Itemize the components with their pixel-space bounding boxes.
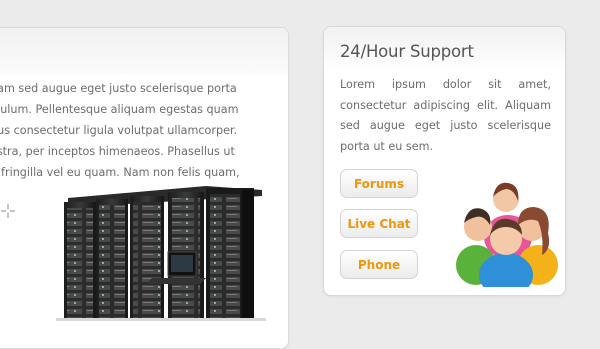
content-paragraph: uam sed augue eget justo scelerisque por… [0, 82, 240, 179]
forums-button[interactable]: Forums [340, 169, 418, 198]
support-card: 24/Hour Support Lorem ipsum dolor sit am… [323, 26, 566, 296]
card-header-shade [0, 28, 288, 74]
live-chat-button[interactable]: Live Chat [340, 209, 418, 238]
phone-button[interactable]: Phone [340, 250, 418, 279]
support-title: 24/Hour Support [340, 42, 474, 61]
server-rack-image [56, 186, 266, 321]
support-team-image [456, 182, 558, 287]
support-description: Lorem ipsum dolor sit amet, consectetur … [340, 78, 551, 153]
crosshair-icon [1, 204, 15, 218]
